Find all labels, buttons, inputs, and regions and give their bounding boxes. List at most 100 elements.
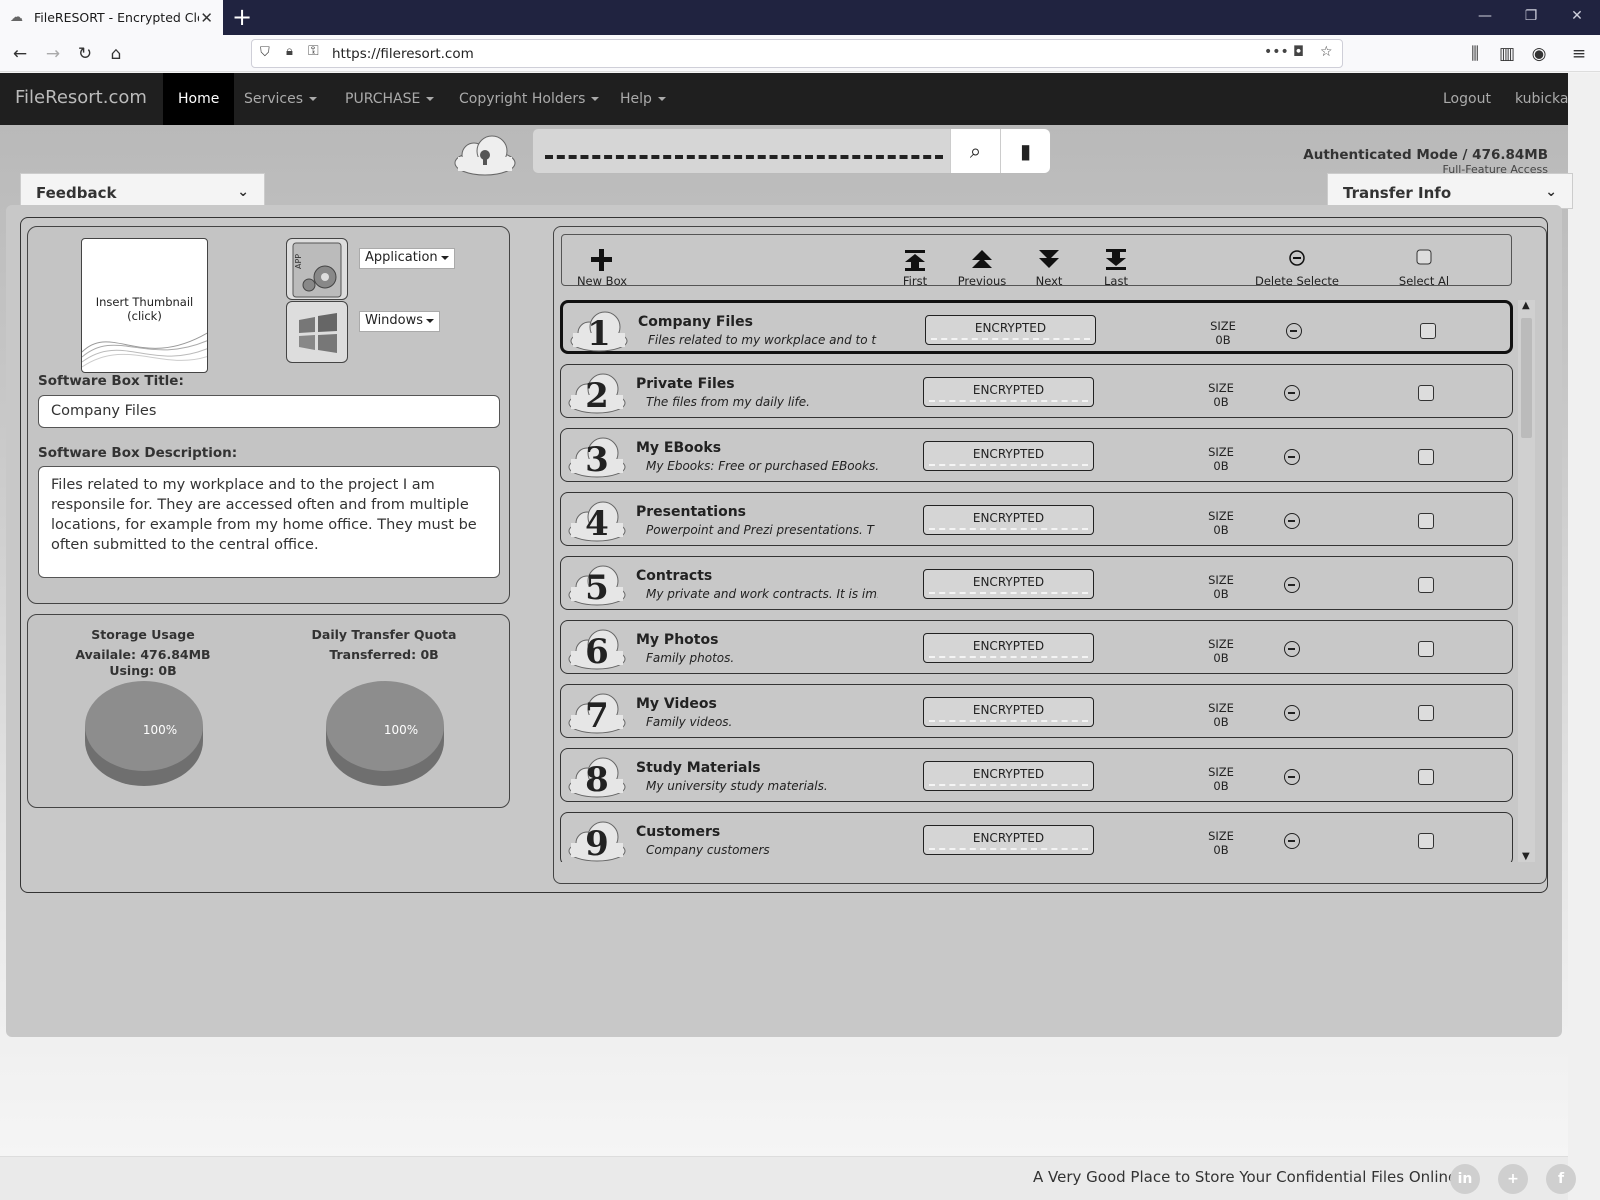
last-page-button[interactable]: Last (1076, 246, 1156, 288)
encryption-status: ENCRYPTED (923, 505, 1094, 535)
chevron-down-icon (426, 97, 435, 101)
numbered-cloud-icon: 3 (568, 437, 626, 479)
box-description: Company customers (646, 843, 770, 857)
windows-os-icon[interactable] (286, 301, 348, 363)
back-icon[interactable]: ← (7, 41, 33, 67)
list-scroll-thumb[interactable] (1521, 318, 1532, 438)
box-row[interactable]: 5 Contracts My private and work contracts.… (560, 556, 1513, 610)
minimize-icon[interactable]: — (1462, 0, 1508, 35)
forward-icon[interactable]: → (40, 41, 66, 67)
select-box-checkbox[interactable] (1420, 323, 1436, 339)
facebook-icon[interactable]: f (1546, 1164, 1576, 1194)
page-scrollbar[interactable] (1568, 73, 1600, 1200)
select-box-checkbox[interactable] (1418, 513, 1434, 529)
linkedin-icon[interactable]: in (1450, 1164, 1480, 1194)
last-label: Last (1104, 274, 1128, 288)
delete-box-icon[interactable] (1284, 577, 1300, 593)
new-box-button[interactable]: New Box (562, 246, 642, 288)
box-row[interactable]: 9 Customers Company customers ENCRYPTED SIZE… (560, 812, 1513, 862)
box-size: SIZE 0B (1193, 319, 1253, 347)
box-number: 8 (585, 760, 609, 799)
delete-box-icon[interactable] (1284, 513, 1300, 529)
storage-available: Availale: 476.84MB (75, 647, 211, 662)
scroll-up-icon[interactable]: ▲ (1522, 300, 1530, 311)
box-row[interactable]: 2 Private Files The files from my daily li… (560, 364, 1513, 418)
logout-link[interactable]: Logout (1428, 73, 1506, 125)
shield-icon[interactable]: ⛉ (260, 45, 270, 60)
type-select[interactable]: Application (359, 248, 455, 269)
box-number: 3 (585, 440, 609, 479)
google-plus-icon[interactable]: + (1498, 1164, 1528, 1194)
address-bar[interactable]: ⛉ 🔒︎ ⚿ https://fileresort.com ••• ◘ ☆ (251, 39, 1343, 68)
box-title-input[interactable]: Company Files (38, 395, 500, 428)
delete-box-icon[interactable] (1284, 385, 1300, 401)
close-tab-icon[interactable]: ✕ (200, 9, 213, 27)
sidebar-icon[interactable]: ▥ (1494, 41, 1520, 67)
browser-tab-bar: ☁ FileRESORT - Encrypted Cloud F ✕ + — ❐… (0, 0, 1600, 35)
search-input[interactable] (545, 155, 943, 159)
delete-box-icon[interactable] (1284, 449, 1300, 465)
key-icon[interactable]: ⚿ (308, 43, 319, 59)
box-name: Study Materials (636, 760, 761, 776)
url-text[interactable]: https://fileresort.com (332, 46, 474, 62)
delete-box-icon[interactable] (1284, 769, 1300, 785)
select-box-checkbox[interactable] (1418, 641, 1434, 657)
select-box-checkbox[interactable] (1418, 833, 1434, 849)
close-window-icon[interactable]: ✕ (1554, 0, 1600, 35)
select-box-checkbox[interactable] (1418, 385, 1434, 401)
os-select[interactable]: Windows (359, 311, 441, 332)
menu-icon[interactable]: ≡ (1566, 41, 1592, 67)
box-row[interactable]: 8 Study Materials My university study mate… (560, 748, 1513, 802)
box-row[interactable]: 6 My Photos Family photos. ENCRYPTED SIZE 0B (560, 620, 1513, 674)
encryption-status-label: ENCRYPTED (972, 383, 1045, 397)
library-icon[interactable]: ⫼ (1462, 41, 1488, 67)
restore-icon[interactable]: ❐ (1508, 0, 1554, 35)
brand-logo-text[interactable]: FileResort.com (15, 87, 147, 108)
scroll-down-icon[interactable]: ▼ (1522, 851, 1530, 862)
nav-help[interactable]: Help (605, 73, 681, 125)
nav-services[interactable]: Services (229, 73, 332, 125)
box-size: SIZE 0B (1191, 637, 1251, 665)
new-tab-icon[interactable]: + (232, 4, 252, 30)
box-description-textarea[interactable]: Files related to my workplace and to the… (38, 466, 500, 578)
account-icon[interactable]: ◉ (1526, 41, 1552, 67)
nav-copyright-holders[interactable]: Copyright Holders (444, 73, 614, 125)
box-row[interactable]: 1 Company Files Files related to my workpl… (560, 300, 1513, 354)
reload-icon[interactable]: ↻ (72, 41, 98, 67)
pocket-icon[interactable]: ◘ (1293, 44, 1304, 60)
select-box-checkbox[interactable] (1418, 705, 1434, 721)
list-scrollbar[interactable]: ▲ ▼ (1518, 300, 1535, 862)
nav-home[interactable]: Home (163, 73, 235, 125)
home-icon[interactable]: ⌂ (103, 41, 129, 67)
select-box-checkbox[interactable] (1418, 769, 1434, 785)
more-actions-icon[interactable]: ••• (1264, 44, 1289, 60)
box-row[interactable]: 7 My Videos Family videos. ENCRYPTED SIZE 0B (560, 684, 1513, 738)
bookmark-star-icon[interactable]: ☆ (1320, 44, 1333, 60)
transfer-info-toggle[interactable]: Transfer Info ⌄ (1327, 173, 1573, 209)
search-bar[interactable]: ⌕ ▮ (532, 128, 1051, 174)
feedback-panel-toggle[interactable]: Feedback ⌄ (20, 173, 265, 209)
encryption-status: ENCRYPTED (923, 633, 1094, 663)
select-box-checkbox[interactable] (1418, 577, 1434, 593)
delete-box-icon[interactable] (1286, 323, 1302, 339)
search-icon[interactable]: ⌕ (950, 129, 1000, 173)
delete-selected-button[interactable]: Delete Selecte (1254, 246, 1340, 288)
os-select-value: Windows (365, 313, 424, 328)
file-icon[interactable]: ▮ (1000, 129, 1050, 173)
thumbnail-picker[interactable]: Insert Thumbnail (click) (81, 238, 208, 373)
box-row[interactable]: 3 My EBooks My Ebooks: Free or purchased E… (560, 428, 1513, 482)
application-type-icon[interactable]: APP (286, 238, 348, 300)
delete-box-icon[interactable] (1284, 833, 1300, 849)
nav-purchase[interactable]: PURCHASE (330, 73, 449, 125)
box-size: SIZE 0B (1191, 445, 1251, 473)
box-size: SIZE 0B (1191, 573, 1251, 601)
delete-box-icon[interactable] (1284, 641, 1300, 657)
size-value: 0B (1213, 779, 1229, 793)
select-all-button[interactable]: Select Al (1384, 246, 1464, 288)
browser-tab[interactable]: ☁ FileRESORT - Encrypted Cloud F ✕ (0, 0, 223, 35)
delete-box-icon[interactable] (1284, 705, 1300, 721)
lock-icon[interactable]: 🔒︎ (286, 44, 293, 59)
box-row[interactable]: 4 Presentations Powerpoint and Prezi prese… (560, 492, 1513, 546)
select-box-checkbox[interactable] (1418, 449, 1434, 465)
box-description: Files related to my workplace and to t .… (648, 333, 880, 347)
